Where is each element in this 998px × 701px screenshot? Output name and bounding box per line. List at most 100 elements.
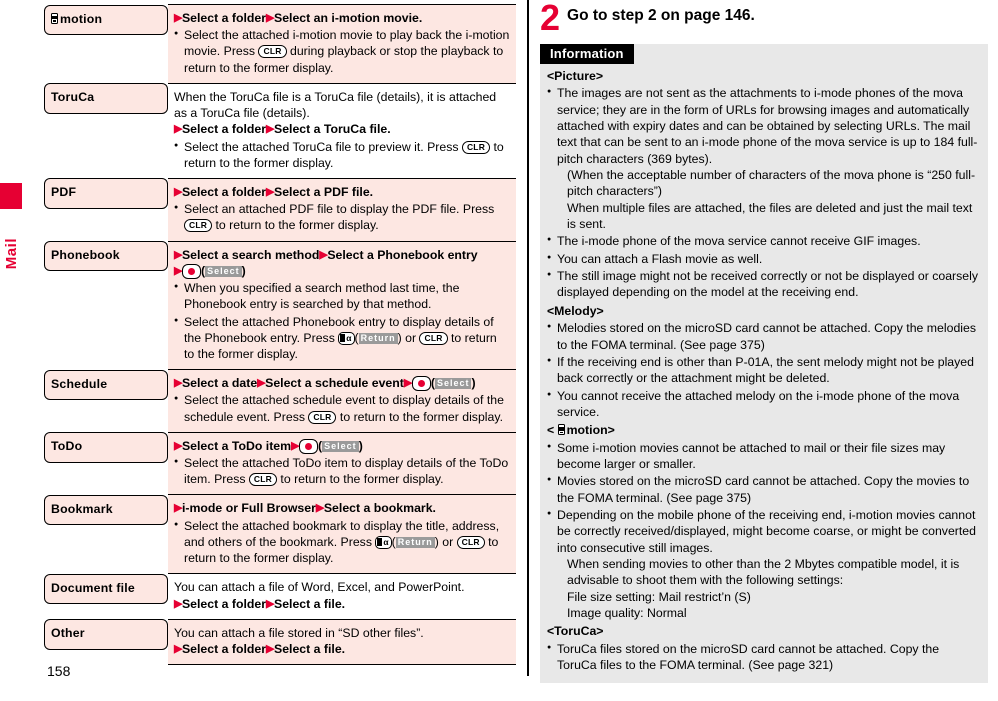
step-sequence: ▶Select a folder▶Select a file.	[174, 642, 346, 656]
table-row: ToruCa When the ToruCa file is a ToruCa f…	[44, 82, 516, 179]
key-clr-icon: CLR	[461, 140, 491, 154]
step-sequence: ▶i-mode or Full Browser▶Select a bookmar…	[174, 501, 436, 516]
information-box: Information <Picture> The images are not …	[540, 44, 988, 684]
information-list: Some i-motion movies cannot be attached …	[547, 440, 981, 622]
information-item: Some i-motion movies cannot be attached …	[547, 440, 981, 473]
center-key-dot	[305, 442, 313, 450]
i-alpha-block	[377, 537, 383, 546]
step-arrow-icon: ▶	[266, 185, 274, 198]
table-row-value: ▶Select a ToDo item▶(Select)Select the a…	[168, 431, 516, 495]
step-number: 2	[540, 0, 561, 38]
table-row-key: PDF	[44, 178, 168, 209]
note-item: Select the attached ToruCa file to previ…	[174, 139, 510, 171]
note-list: Select the attached ToruCa file to previ…	[174, 139, 510, 171]
key-clr-icon: CLR	[419, 331, 448, 345]
note-item: Select an attached PDF file to display t…	[174, 201, 510, 233]
information-continuation: (When the acceptable number of character…	[567, 168, 976, 199]
table-row-key: Schedule	[44, 369, 168, 400]
note-list: Select the attached i-motion movie to pl…	[174, 27, 510, 76]
i-alpha-block	[340, 333, 346, 342]
softkey-label-select: Select	[434, 378, 472, 390]
step-arrow-icon: ▶	[291, 439, 300, 452]
center-key-dot	[187, 267, 195, 275]
key-center-select-icon	[299, 438, 319, 454]
section-tab-label-wrap: Mail	[0, 209, 22, 298]
manual-page: Mail motion ▶Select a folder▶Select an i-…	[0, 0, 998, 701]
note-item: Select the attached Phonebook entry to d…	[174, 314, 510, 363]
step-sequence: ▶Select a ToDo item▶(Select)	[174, 438, 363, 454]
information-item: Movies stored on the microSD card cannot…	[547, 473, 981, 506]
key-center-select-icon	[181, 263, 201, 279]
step-sequence: ▶Select a search method▶Select a Phonebo…	[174, 247, 478, 262]
information-item: ToruCa files stored on the microSD card …	[547, 641, 981, 674]
step-arrow-icon: ▶	[174, 502, 182, 515]
key-clr-icon: CLR	[456, 535, 485, 549]
note-list: Select the attached ToDo item to display…	[174, 455, 510, 487]
table-row: Bookmark ▶i-mode or Full Browser▶Select a…	[44, 494, 516, 574]
softkey-label-return: Return	[358, 332, 398, 344]
step-sequence: ▶(Select)	[174, 263, 246, 279]
information-item: The images are not sent as the attachmen…	[547, 85, 981, 232]
table-row: Other You can attach a file stored in “SD…	[44, 618, 516, 666]
information-section-heading: < motion>	[547, 423, 615, 438]
information-item: You can attach a Flash movie as well.	[547, 251, 981, 267]
key-center-select-icon	[411, 376, 431, 392]
table-row-value: ▶Select a folder▶Select an i-motion movi…	[168, 4, 516, 84]
step-arrow-icon: ▶	[319, 248, 328, 261]
table-row-key: Bookmark	[44, 494, 168, 526]
key-clr-icon: CLR	[258, 45, 287, 59]
step-arrow-icon: ▶	[174, 185, 182, 198]
information-body: <Picture> The images are not sent as the …	[540, 64, 988, 673]
section-tab-mail: Mail	[0, 183, 22, 298]
note-list: When you specified a search method last …	[174, 280, 510, 362]
step-arrow-icon: ▶	[257, 377, 266, 390]
table-row-value: ▶Select a date▶Select a schedule event▶(…	[168, 369, 516, 433]
step-arrow-icon: ▶	[266, 123, 274, 136]
information-section-heading: <Picture>	[547, 69, 604, 83]
i-motion-icon	[51, 12, 58, 24]
table-row: PDF ▶Select a folder▶Select a PDF file. Se…	[44, 177, 516, 242]
table-row: Document file You can attach a file of Wo…	[44, 573, 516, 620]
table-row: Schedule ▶Select a date▶Select a schedule…	[44, 369, 516, 433]
table-row-value: ▶i-mode or Full Browser▶Select a bookmar…	[168, 494, 516, 574]
table-row-value: You can attach a file of Word, Excel, an…	[168, 573, 516, 620]
table-row-value: When the ToruCa file is a ToruCa file (d…	[168, 82, 516, 179]
information-section-heading: <ToruCa>	[547, 624, 604, 639]
step-arrow-icon: ▶	[174, 377, 182, 390]
step-sequence: ▶Select a folder▶Select an i-motion movi…	[174, 11, 423, 25]
step-arrow-icon: ▶	[403, 377, 412, 390]
softkey-label-select: Select	[205, 265, 242, 277]
table-row-value: ▶Select a search method▶Select a Phonebo…	[168, 240, 516, 370]
description-text: You can attach a file stored in “SD othe…	[174, 625, 424, 640]
step-arrow-icon: ▶	[174, 643, 182, 655]
note-item: When you specified a search method last …	[174, 280, 510, 312]
information-item: If the receiving end is other than P-01A…	[547, 354, 981, 387]
information-list: The images are not sent as the attachmen…	[547, 85, 981, 300]
information-list: Melodies stored on the microSD card cann…	[547, 320, 981, 420]
step-label: Select a date	[181, 376, 258, 391]
left-column: motion ▶Select a folder▶Select an i-motio…	[44, 4, 516, 666]
step-sequence: ▶Select a folder▶Select a ToruCa file.	[174, 122, 391, 137]
key-i-alpha-icon: α	[375, 535, 392, 549]
step-arrow-icon: ▶	[315, 502, 324, 515]
table-row-key: Phonebook	[44, 241, 168, 272]
information-title: Information	[540, 44, 634, 64]
table-row-key: ToruCa	[44, 83, 168, 114]
step-arrow-icon: ▶	[266, 597, 274, 610]
table-row-value: You can attach a file stored in “SD othe…	[168, 618, 516, 666]
note-item: Select the attached i-motion movie to pl…	[174, 27, 510, 76]
i-motion-icon	[557, 424, 565, 436]
description-text: You can attach a file of Word, Excel, an…	[174, 580, 465, 595]
table-row: motion ▶Select a folder▶Select an i-motio…	[44, 4, 516, 84]
information-continuation: File size setting: Mail restrict’n (S)	[567, 589, 751, 604]
information-item: Melodies stored on the microSD card cann…	[547, 320, 981, 353]
softkey-label-select: Select	[322, 440, 359, 452]
table-row-key: motion	[44, 4, 168, 35]
information-list: ToruCa files stored on the microSD card …	[547, 641, 981, 674]
table-row-key: ToDo	[44, 432, 168, 463]
step-arrow-icon: ▶	[266, 12, 274, 24]
table-row-value: ▶Select a folder▶Select a PDF file. Selec…	[168, 177, 516, 242]
right-column: 2 Go to step 2 on page 146. Information …	[540, 0, 988, 684]
note-list: Select an attached PDF file to display t…	[174, 201, 510, 233]
information-continuation: When multiple files are attached, the fi…	[567, 200, 973, 232]
